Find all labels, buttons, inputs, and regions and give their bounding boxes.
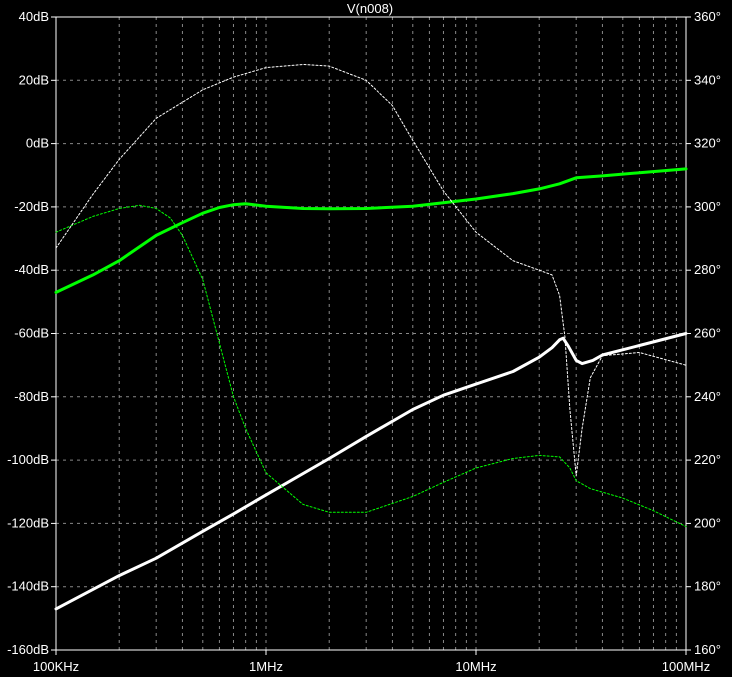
chart-title: V(n008) [347,1,393,16]
y-tick-label-right: 160° [694,642,721,657]
y-tick-label-right: 240° [694,389,721,404]
y-tick-label-left: 20dB [19,72,49,87]
x-tick-label: 100MHz [662,659,710,674]
y-tick-label-left: -100dB [7,452,49,467]
x-tick-label: 100KHz [33,659,79,674]
bode-plot: 40dB 20dB 0dB -20dB -40dB -60dB -80dB -100dB -12… [0,0,732,677]
y-tick-label-left: -20dB [14,199,49,214]
y-tick-label-left: -40dB [14,262,49,277]
y-tick-label-left: 0dB [26,136,49,151]
y-tick-label-right: 300° [694,199,721,214]
y-tick-label-right: 180° [694,579,721,594]
x-tick-label: 1MHz [249,659,283,674]
y-tick-label-right: 220° [694,452,721,467]
y-tick-label-right: 280° [694,262,721,277]
y-tick-label-right: 200° [694,515,721,530]
y-tick-label-left: -80dB [14,389,49,404]
y-tick-label-left: 40dB [19,9,49,24]
y-tick-label-right: 340° [694,72,721,87]
y-tick-label-right: 360° [694,9,721,24]
y-tick-label-left: -120dB [7,515,49,530]
y-tick-label-left: -160dB [7,642,49,657]
y-tick-label-right: 260° [694,326,721,341]
x-tick-label: 10MHz [455,659,496,674]
y-tick-label-left: -140dB [7,579,49,594]
y-tick-label-right: 320° [694,136,721,151]
y-tick-label-left: -60dB [14,326,49,341]
